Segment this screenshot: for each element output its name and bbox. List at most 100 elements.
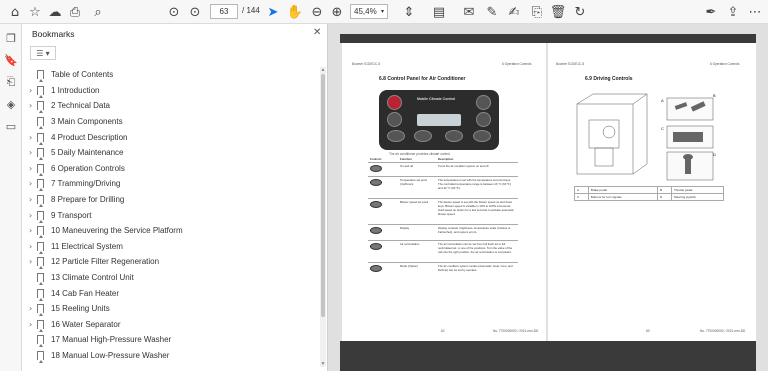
select-pointer-icon[interactable]: ➤ — [264, 3, 282, 21]
bookmark-item[interactable]: 13 Climate Control Unit — [22, 270, 320, 286]
bookmark-label: 2 Technical Data — [51, 101, 110, 111]
chevron-right-icon[interactable]: › — [29, 86, 32, 95]
chevron-right-icon[interactable]: › — [29, 242, 32, 251]
previous-page-icon[interactable]: ⊙ — [165, 3, 183, 21]
table-row: C Buttons for turn signals D Steering joyst… — [574, 193, 725, 201]
left-page-header-left: Boomer S1D/E1C-5 — [352, 62, 381, 66]
bookmark-item[interactable]: 3 Main Components — [22, 114, 320, 130]
bookmark-flag-icon — [37, 288, 44, 301]
upload-cloud-icon[interactable]: ☁ — [46, 3, 64, 21]
zoom-out-icon[interactable]: ⊖ — [308, 3, 326, 21]
description-cell: Display contrast, brightness, temperatur… — [436, 224, 518, 241]
bookmark-flag-icon — [37, 179, 44, 192]
chevron-right-icon[interactable]: › — [29, 148, 32, 157]
delete-icon[interactable]: 🗑 — [549, 3, 567, 21]
control-button-icon — [370, 265, 382, 272]
page-number-input[interactable]: 63 — [210, 4, 238, 19]
bookmarks-icon[interactable]: 🔖 — [3, 52, 19, 68]
description-cell: The blower speed is set with the blower … — [436, 198, 518, 225]
comment-icon[interactable]: ✉ — [460, 3, 478, 21]
signature-tool-icon[interactable]: ✒ — [702, 3, 720, 21]
legend-cell: Buttons for turn signals — [587, 193, 659, 201]
zoom-level-select[interactable]: 45,4% ▾ — [350, 4, 388, 19]
control-button-icon — [370, 227, 382, 234]
bookmark-item[interactable]: › 15 Reeling Units — [22, 301, 320, 317]
legend-cell: Steering joystick — [670, 193, 725, 201]
bookmark-item[interactable]: › 2 Technical Data — [22, 98, 320, 114]
left-page-number: 62 — [441, 329, 445, 333]
bookmark-item[interactable]: › 8 Prepare for Drilling — [22, 192, 320, 208]
bookmark-item[interactable]: › 9 Transport — [22, 207, 320, 223]
chevron-right-icon[interactable]: › — [29, 304, 32, 313]
control-button-icon — [370, 201, 382, 208]
bookmark-item[interactable]: 18 Manual Low-Pressure Washer — [22, 348, 320, 364]
bookmark-item[interactable]: › 16 Water Separator — [22, 317, 320, 333]
bookmark-label: 10 Maneuvering the Service Platform — [51, 226, 183, 236]
page-thumbnails-icon[interactable]: ❐ — [3, 30, 19, 46]
close-icon[interactable]: ✕ — [313, 27, 321, 38]
attachments-icon[interactable]: ⎗ — [3, 74, 19, 90]
description-cell: Turns the air condition system on and of… — [436, 162, 518, 177]
share-icon[interactable]: ⇪ — [724, 3, 742, 21]
bookmark-item[interactable]: › 7 Tramming/Driving — [22, 176, 320, 192]
scroll-down-arrow[interactable]: ▼ — [320, 361, 326, 367]
layers-icon[interactable]: ◈ — [3, 96, 19, 112]
bookmark-item[interactable]: › 5 Daily Maintenance — [22, 145, 320, 161]
document-text-icon[interactable]: ▭ — [3, 118, 19, 134]
bookmark-label: 3 Main Components — [51, 117, 123, 127]
description-cell: The air condition system modes (Automati… — [436, 262, 518, 279]
chevron-right-icon[interactable]: › — [29, 320, 32, 329]
right-section-title: 6.9 Driving Controls — [585, 76, 633, 82]
bookmark-flag-icon — [37, 304, 44, 317]
bookmark-item[interactable]: › 12 Particle Filter Regeneration — [22, 254, 320, 270]
bookmark-item[interactable]: › 1 Introduction — [22, 83, 320, 99]
stamp-icon[interactable]: ⎘ — [528, 3, 546, 21]
table-row: Display Display contrast, brightness, tem… — [368, 224, 518, 241]
function-cell: Mode (Option) — [398, 262, 436, 279]
bookmark-label: 14 Cab Fan Heater — [51, 288, 120, 298]
scroll-up-arrow[interactable]: ▲ — [320, 67, 326, 73]
bookmark-star-icon[interactable]: ☆ — [26, 3, 44, 21]
bookmark-item[interactable]: › 4 Product Description — [22, 129, 320, 145]
bookmark-item[interactable]: 17 Manual High-Pressure Washer — [22, 332, 320, 348]
bookmark-label: Table of Contents — [51, 70, 114, 80]
function-cell: Blower speed set point — [398, 198, 436, 225]
bookmark-options-button[interactable]: ☰ ▾ — [30, 46, 56, 60]
bookmark-label: 1 Introduction — [51, 85, 100, 95]
bookmark-label: 15 Reeling Units — [51, 304, 110, 314]
sign-icon[interactable]: ✍ — [505, 3, 523, 21]
highlight-pen-icon[interactable]: ✎ — [483, 3, 501, 21]
search-icon[interactable]: ⌕ — [89, 3, 107, 21]
bookmark-item[interactable]: › 6 Operation Controls — [22, 161, 320, 177]
table-row: A Brake pedal B Throttle pedal — [574, 186, 725, 194]
description-cell: The temperature is set with the temperat… — [436, 176, 518, 199]
bookmark-item[interactable]: 14 Cab Fan Heater — [22, 285, 320, 301]
bookmark-flag-icon — [37, 148, 44, 161]
home-icon[interactable]: ⌂ — [6, 3, 24, 21]
scrollbar-thumb[interactable] — [321, 74, 325, 317]
hand-tool-icon[interactable]: ✋ — [286, 3, 304, 21]
chevron-right-icon[interactable]: › — [29, 133, 32, 142]
rotate-icon[interactable]: ↻ — [571, 3, 589, 21]
bookmarks-panel: Bookmarks ✕ ☰ ▾ Table of Contents › 1 Intr… — [22, 24, 328, 371]
fit-page-icon[interactable]: ⇕ — [400, 3, 418, 21]
chevron-right-icon[interactable]: › — [29, 101, 32, 110]
chevron-right-icon[interactable]: › — [29, 164, 32, 173]
bookmark-item[interactable]: Table of Contents — [22, 67, 320, 83]
bookmark-flag-icon — [37, 117, 44, 130]
chevron-right-icon[interactable]: › — [29, 195, 32, 204]
chevron-right-icon[interactable]: › — [29, 179, 32, 188]
chevron-right-icon[interactable]: › — [29, 226, 32, 235]
bookmark-item[interactable]: › 10 Maneuvering the Service Platform — [22, 223, 320, 239]
more-menu-icon[interactable]: ⋯ — [746, 3, 764, 21]
print-icon[interactable]: ⎙ — [66, 3, 84, 21]
chevron-right-icon[interactable]: › — [29, 257, 32, 266]
bookmark-label: 12 Particle Filter Regeneration — [51, 257, 160, 267]
scroll-mode-icon[interactable]: ▤ — [430, 3, 448, 21]
bookmark-label: 8 Prepare for Drilling — [51, 195, 125, 205]
bookmark-item[interactable]: › 11 Electrical System — [22, 239, 320, 255]
next-page-icon[interactable]: ⊙ — [186, 3, 204, 21]
zoom-in-icon[interactable]: ⊕ — [328, 3, 346, 21]
bookmark-flag-icon — [37, 101, 44, 114]
chevron-right-icon[interactable]: › — [29, 211, 32, 220]
